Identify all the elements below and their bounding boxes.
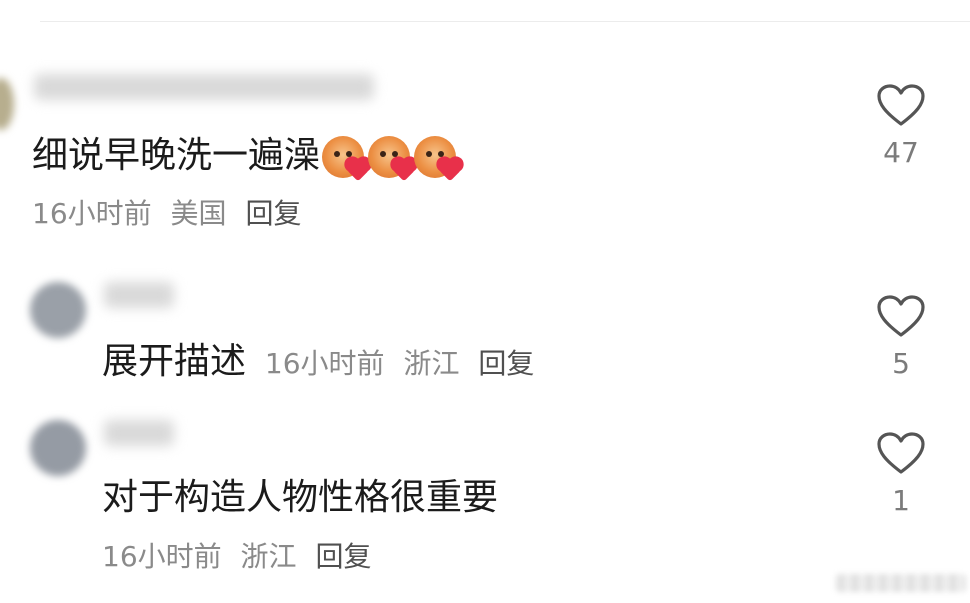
reply-button[interactable]: 回复 [315, 540, 371, 573]
comment-time: 16小时前 [32, 197, 152, 230]
heart-outline-icon [877, 295, 925, 337]
comment-time: 16小时前 [102, 540, 222, 573]
avatar[interactable] [30, 420, 86, 476]
like-count: 47 [883, 136, 919, 169]
comment-location: 浙江 [240, 540, 297, 573]
username-obscured[interactable] [34, 74, 374, 100]
comment-text-content: 细说早晚洗一遍澡 [32, 135, 321, 176]
comment-section: 细说早晚洗一遍澡 16小时前 美国 回复 47 展开描述 16小时前 浙江 回复… [0, 0, 970, 603]
like-button[interactable]: 5 [871, 293, 931, 379]
comment-text: 细说早晚洗一遍澡 [32, 134, 462, 182]
comment-text-content: 对于构造人物性格很重要 [102, 477, 499, 518]
cat-heart-emoji-icon [368, 136, 416, 182]
comment-location: 美国 [170, 197, 227, 230]
comment-meta: 16小时前 浙江 回复 [102, 540, 381, 574]
divider [40, 21, 970, 22]
like-button[interactable]: 47 [871, 82, 931, 168]
like-count: 5 [892, 347, 910, 380]
comment-time: 16小时前 [264, 347, 385, 380]
comment-meta: 16小时前 美国 回复 [32, 197, 311, 231]
comment-text: 展开描述 16小时前 浙江 回复 [102, 340, 544, 386]
comment-location: 浙江 [403, 347, 460, 380]
heart-outline-icon [877, 84, 925, 126]
comment-text: 对于构造人物性格很重要 [102, 476, 498, 520]
username-obscured[interactable] [104, 282, 174, 308]
heart-outline-icon [877, 432, 925, 474]
cat-heart-emoji-icon [414, 136, 462, 182]
comment-meta: 16小时前 浙江 回复 [256, 347, 544, 380]
reply-button[interactable]: 回复 [478, 347, 534, 380]
like-button[interactable]: 1 [871, 430, 931, 516]
watermark-obscured [836, 574, 966, 592]
avatar[interactable] [0, 78, 14, 130]
like-count: 1 [892, 484, 910, 517]
avatar[interactable] [30, 282, 86, 338]
reply-button[interactable]: 回复 [245, 197, 301, 230]
cat-heart-emoji-icon [322, 136, 370, 182]
comment-text-content: 展开描述 [102, 341, 247, 382]
username-obscured[interactable] [104, 420, 174, 446]
emoji-group [322, 136, 462, 182]
